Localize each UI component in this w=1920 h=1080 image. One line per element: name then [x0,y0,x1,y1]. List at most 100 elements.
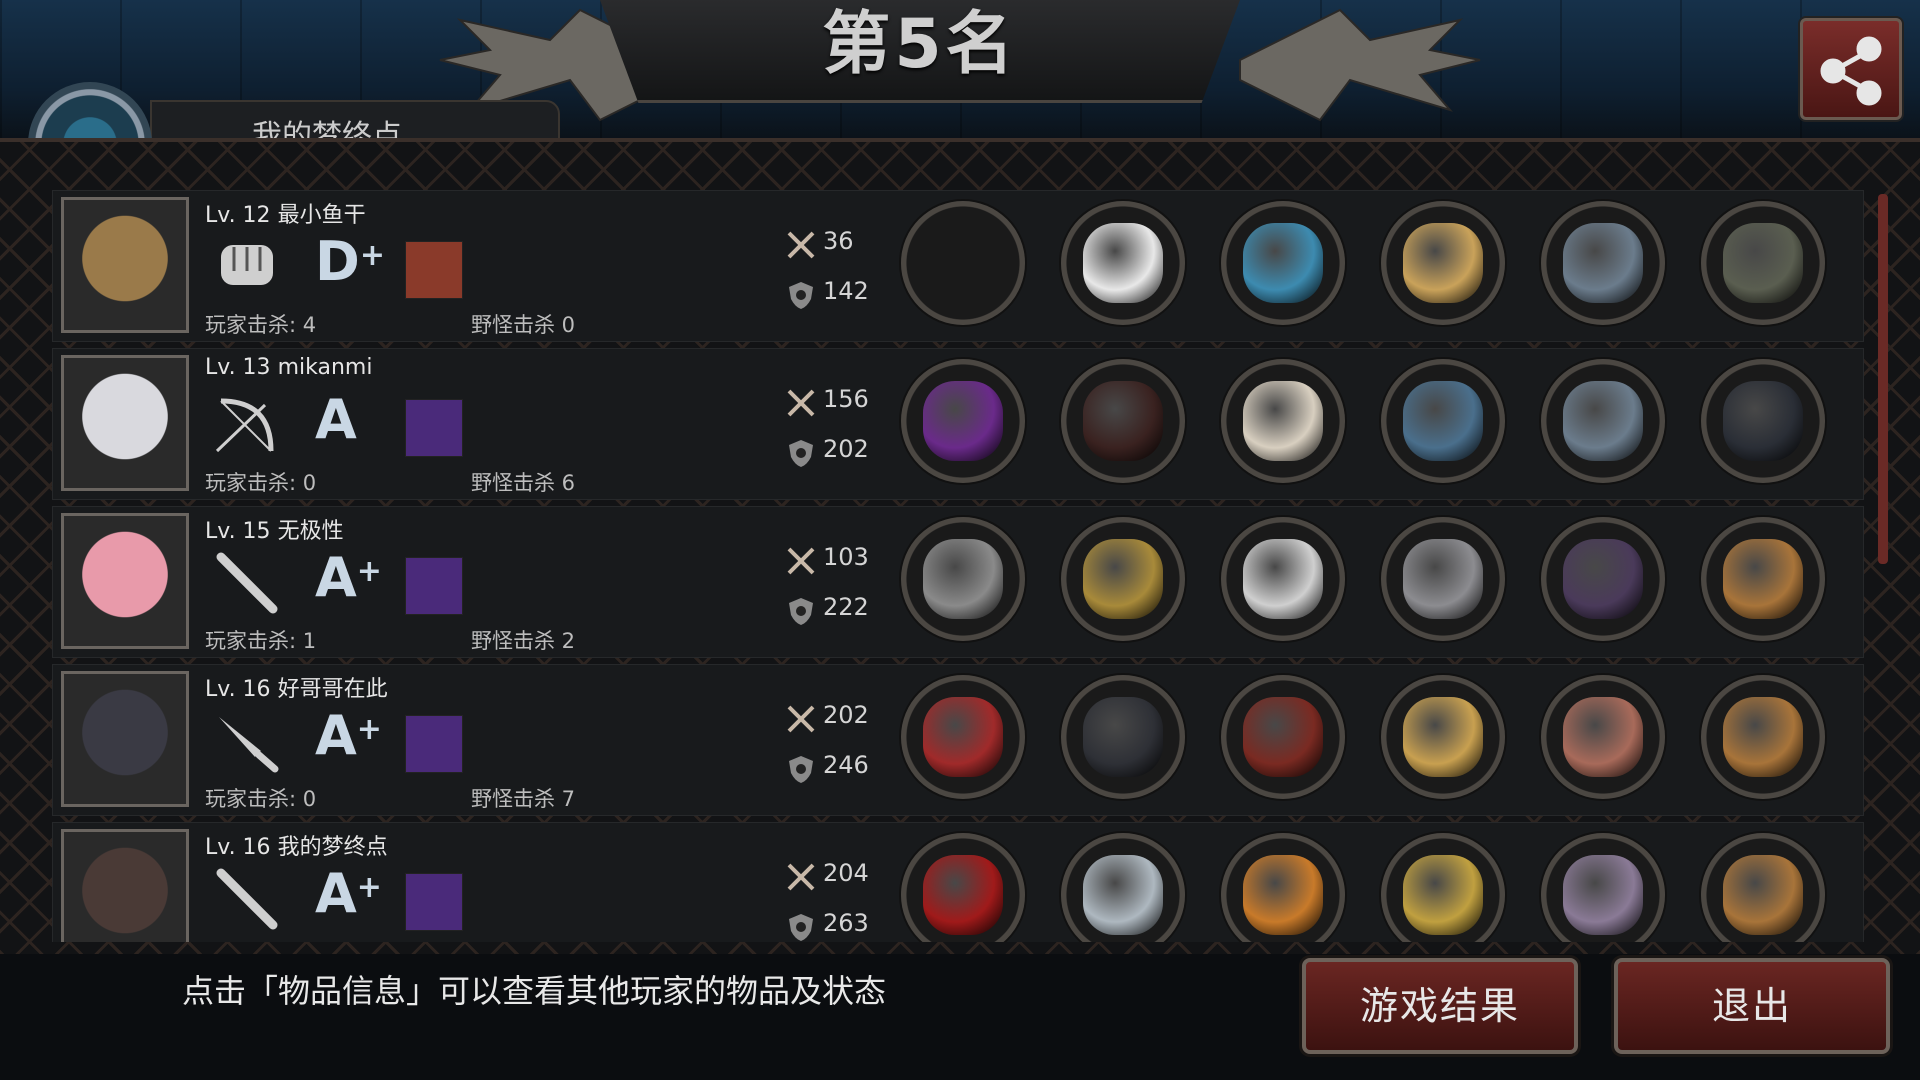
equipment-item-icon [1563,697,1643,777]
skill-icon [405,557,463,615]
player-avatar[interactable] [61,829,189,942]
player-avatar[interactable] [61,671,189,807]
player-level-name: Lv. 15 无极性 [205,519,344,544]
attack-icon [785,703,817,735]
equipment-slot[interactable] [1061,201,1185,325]
equipment-slot[interactable] [1061,359,1185,483]
equipment-slot[interactable] [1381,675,1505,799]
equipment-slot[interactable] [1061,517,1185,641]
attack-value: 36 [823,227,854,255]
equipment-item-icon [1563,381,1643,461]
player-level-name: Lv. 16 我的梦终点 [205,835,388,860]
equipment-slot[interactable] [1221,359,1345,483]
weapon-grade: A+ [315,862,382,925]
equipment-slot[interactable] [1381,201,1505,325]
equipment-slot[interactable] [1701,517,1825,641]
defense-value: 142 [823,277,869,305]
defense-icon [785,279,817,311]
player-row[interactable]: Lv. 16 我的梦终点 A+ 204 263 [52,822,1864,942]
equipment-item-icon [1403,539,1483,619]
exit-label: 退出 [1711,984,1792,1028]
equipment-item-icon [1243,697,1323,777]
player-row[interactable]: Lv. 12 最小鱼干 D+ 玩家击杀: 4 野怪击杀 0 36 142 [52,190,1864,342]
player-avatar[interactable] [61,197,189,333]
equipment-slot[interactable] [1541,201,1665,325]
equipment-slot[interactable] [1221,833,1345,942]
player-level-name: Lv. 13 mikanmi [205,355,373,380]
player-row[interactable]: Lv. 16 好哥哥在此 A+ 玩家击杀: 0 野怪击杀 7 202 246 [52,664,1864,816]
equipment-slot[interactable] [1541,675,1665,799]
equipment-item-icon [1243,381,1323,461]
equipment-slot[interactable] [901,675,1025,799]
equipment-slot[interactable] [1541,833,1665,942]
equipment-slot[interactable] [1061,833,1185,942]
attack-value: 156 [823,385,869,413]
attack-icon [785,545,817,577]
wing-emblem-right [1239,8,1481,122]
equipment-slot[interactable] [1701,201,1825,325]
fist-icon [211,235,283,299]
equipment-item-icon [1403,381,1483,461]
defense-value: 246 [823,751,869,779]
equipment-slot[interactable] [1701,359,1825,483]
equipment-item-icon [1563,539,1643,619]
game-result-button[interactable]: 游戏结果 [1302,958,1578,1054]
equipment-slot[interactable] [1381,517,1505,641]
equipment-item-icon [1563,855,1643,935]
equipment-item-icon [1083,855,1163,935]
equipment-slot[interactable] [1541,359,1665,483]
rank-title: 第5名 [822,5,1018,84]
equipment-slot[interactable] [1221,517,1345,641]
equipment-item-icon [1723,381,1803,461]
weapon-grade: A+ [315,704,382,767]
equipment-slot[interactable] [901,517,1025,641]
equipment-item-icon [923,381,1003,461]
share-button[interactable] [1800,18,1902,120]
player-avatar[interactable] [61,513,189,649]
equipment-item-icon [1723,539,1803,619]
weapon-grade: D+ [315,230,385,293]
equipment-slot[interactable] [901,201,1025,325]
player-avatar[interactable] [61,355,189,491]
equipment-slot[interactable] [1541,517,1665,641]
equipment-slot[interactable] [1381,359,1505,483]
exit-button[interactable]: 退出 [1614,958,1890,1054]
equipment-slot[interactable] [1221,675,1345,799]
bow-icon [211,393,283,457]
player-list: Lv. 12 最小鱼干 D+ 玩家击杀: 4 野怪击杀 0 36 142 Lv. 13 mi… [52,190,1864,942]
player-kills: 玩家击杀: 4 [205,313,317,337]
attack-value: 204 [823,859,869,887]
player-level-name: Lv. 16 好哥哥在此 [205,677,388,702]
player-row[interactable]: Lv. 13 mikanmi A 玩家击杀: 0 野怪击杀 6 156 202 [52,348,1864,500]
equipment-slot[interactable] [901,833,1025,942]
player-row[interactable]: Lv. 15 无极性 A+ 玩家击杀: 1 野怪击杀 2 103 222 [52,506,1864,658]
monster-kills: 野怪击杀 6 [471,471,576,495]
equipment-item-icon [1083,223,1163,303]
skill-icon [405,399,463,457]
defense-icon [785,437,817,469]
monster-kills: 野怪击杀 7 [471,787,576,811]
defense-value: 222 [823,593,869,621]
equipment-slot[interactable] [1701,833,1825,942]
share-icon [1820,36,1882,106]
equipment-slot[interactable] [1221,201,1345,325]
player-kills: 玩家击杀: 1 [205,629,317,653]
game-result-label: 游戏结果 [1359,984,1520,1028]
equipment-item-icon [1723,697,1803,777]
scrollbar[interactable] [1878,194,1888,564]
equipment-item-icon [923,539,1003,619]
monster-kills: 野怪击杀 2 [471,629,576,653]
equipment-slot[interactable] [1381,833,1505,942]
attack-icon [785,229,817,261]
attack-value: 103 [823,543,869,571]
equipment-item-icon [1243,539,1323,619]
equipment-slot[interactable] [1061,675,1185,799]
equipment-item-icon [1403,697,1483,777]
defense-icon [785,911,817,942]
equipment-slot[interactable] [1701,675,1825,799]
monster-kills: 野怪击杀 0 [471,313,576,337]
equipment-slot[interactable] [901,359,1025,483]
player-kills: 玩家击杀: 0 [205,471,317,495]
equipment-item-icon [1243,223,1323,303]
player-kills: 玩家击杀: 0 [205,787,317,811]
